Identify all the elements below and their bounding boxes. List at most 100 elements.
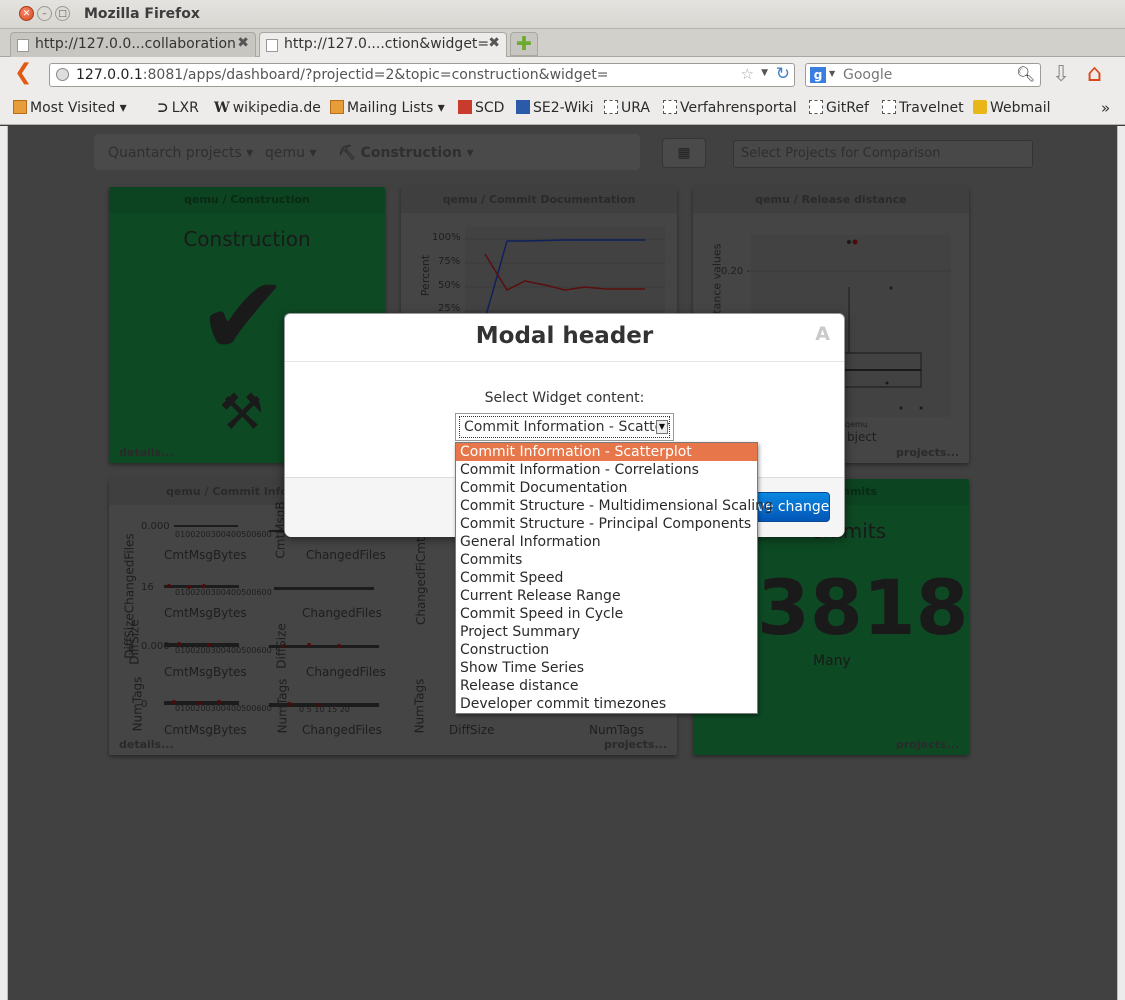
page-icon [882, 100, 896, 114]
breadcrumb-projects[interactable]: Quantarch projects ▾ [108, 145, 253, 161]
dropdown-option[interactable]: General Information [456, 533, 757, 551]
projects-link[interactable]: projects... [604, 738, 667, 751]
axis-label: ChangedFiles [302, 723, 382, 737]
dropdown-option[interactable]: Commit Information - Correlations [456, 461, 757, 479]
globe-icon [56, 68, 69, 81]
navigation-bar: ❮ 127.0.0.1:8081/apps/dashboard/?project… [0, 57, 1125, 92]
breadcrumb-topic[interactable]: ⛏ Construction ▾ [338, 145, 474, 161]
tick-label: 0.000 [141, 521, 170, 532]
background-window-edge [1117, 126, 1125, 1000]
tick-label: 0100200300400500600 [175, 646, 272, 655]
modal-title: Modal header [475, 323, 654, 349]
checkmark-icon: ✔ [197, 252, 290, 380]
search-bar[interactable]: g ▼ Google 🔍︎ [805, 63, 1041, 87]
se2-icon [516, 100, 530, 114]
download-icon[interactable]: ⇩ [1052, 62, 1070, 87]
webmail-icon [973, 100, 987, 114]
dropdown-option[interactable]: Commit Information - Scatterplot [456, 443, 757, 461]
widget-content-dropdown: Commit Information - Scatterplot Commit … [455, 442, 773, 714]
modal-header: Modal header A [285, 314, 844, 362]
details-link[interactable]: details... [119, 446, 174, 459]
bookmark-lxr[interactable]: ⊃ LXR [157, 100, 199, 116]
widget-caption: Many [813, 653, 851, 669]
axis-label: ChangedFiles [306, 548, 386, 562]
bookmark-se2-wiki[interactable]: SE2-Wiki [516, 100, 594, 116]
projects-link[interactable]: projects... [896, 738, 959, 751]
folder-icon [13, 100, 27, 114]
tick-label: 0 5 10 15 20 [299, 705, 350, 714]
commit-count: 3818 [757, 563, 969, 652]
window-close-icon[interactable]: ✕ [19, 6, 34, 21]
widget-content-select[interactable]: Commit Information - Scatterplot ▼ [455, 413, 674, 441]
lxr-icon: ⊃ [157, 100, 169, 116]
axis-label: bject [847, 430, 877, 444]
bookmark-travelnet[interactable]: Travelnet [882, 100, 964, 116]
tab-close-icon[interactable]: ✖ [237, 35, 249, 51]
hammer-icon: ⚒ [219, 383, 264, 441]
url-text[interactable]: 127.0.0.1:8081/apps/dashboard/?projectid… [76, 67, 609, 83]
new-tab-icon[interactable]: ✚ [510, 32, 538, 56]
breadcrumb-project[interactable]: qemu ▾ [265, 145, 317, 161]
bookmarks-toolbar: Most Visited ▾ ⊃ LXR Wwikipedia.de Mailin… [0, 92, 1125, 125]
dropdown-option[interactable]: Commit Documentation [456, 479, 757, 497]
widget-header: qemu / Release distance [693, 187, 969, 213]
dropdown-option[interactable]: Project Summary [456, 623, 757, 641]
dropdown-option[interactable]: Developer commit timezones [456, 695, 757, 713]
grid-icon[interactable]: ▦ [662, 138, 706, 168]
dropdown-option[interactable]: Construction [456, 641, 757, 659]
dropdown-option[interactable]: Commit Structure - Principal Components [456, 515, 757, 533]
axis-label: stance values [710, 243, 724, 320]
back-icon[interactable]: ❮ [14, 62, 32, 84]
bookmark-most-visited[interactable]: Most Visited ▾ [13, 100, 127, 116]
dropdown-option[interactable]: Show Time Series [456, 659, 757, 677]
bookmark-wikipedia[interactable]: Wwikipedia.de [214, 100, 321, 116]
bookmark-scd[interactable]: SCD [458, 100, 504, 116]
folder-icon [330, 100, 344, 114]
tab-close-icon[interactable]: ✖ [488, 35, 500, 51]
tick-label: 100% [432, 232, 461, 243]
bookmark-ura[interactable]: URA [604, 100, 650, 116]
reload-icon[interactable]: ↻ [776, 64, 790, 84]
window-maximize-icon[interactable]: □ [55, 6, 70, 21]
tab-bar: http://127.0.0...collaboration ✖ http://… [0, 29, 1125, 57]
widget-header: qemu / Construction [109, 187, 385, 213]
search-icon[interactable]: 🔍︎ [1016, 65, 1035, 83]
window-titlebar: ✕ – □ Mozilla Firefox [0, 0, 1125, 29]
series-line-blue [484, 239, 645, 320]
background-window-edge [0, 126, 8, 1000]
tab-collaboration[interactable]: http://127.0.0...collaboration ✖ [10, 32, 256, 57]
modal-close-button[interactable]: A [815, 323, 830, 345]
bookmark-verfahrensportal[interactable]: Verfahrensportal [663, 100, 797, 116]
search-engine-dropdown-icon[interactable]: ▼ [829, 69, 835, 78]
history-dropdown-icon[interactable]: ▼ [761, 68, 768, 78]
axis-label: ChangedFiles [302, 606, 382, 620]
bookmark-star-icon[interactable]: ☆ [741, 65, 754, 83]
chevron-down-icon[interactable]: ▼ [656, 420, 668, 434]
tab-label: http://127.0....ction&widget= [284, 36, 490, 52]
dropdown-option[interactable]: Release distance [456, 677, 757, 695]
dropdown-option[interactable]: Commit Structure - Multidimensional Scal… [456, 497, 773, 515]
google-icon[interactable]: g [810, 67, 826, 83]
window-minimize-icon[interactable]: – [37, 6, 52, 21]
details-link[interactable]: details... [119, 738, 174, 751]
dropdown-option[interactable]: Current Release Range [456, 587, 757, 605]
search-placeholder: Google [843, 67, 893, 83]
tick-label: 0.20 - [721, 266, 751, 277]
bookmark-mailing-lists[interactable]: Mailing Lists ▾ [330, 100, 445, 116]
dropdown-option[interactable]: Commits [456, 551, 757, 569]
home-icon[interactable]: ⌂ [1087, 59, 1102, 87]
projects-link[interactable]: projects... [896, 446, 959, 459]
tick-label: 0100200300400500600 [175, 530, 272, 539]
dropdown-option[interactable]: Commit Speed in Cycle [456, 605, 757, 623]
bookmark-gitref[interactable]: GitRef [809, 100, 869, 116]
url-bar[interactable]: 127.0.0.1:8081/apps/dashboard/?projectid… [49, 63, 795, 87]
bookmark-webmail[interactable]: Webmail [973, 100, 1051, 116]
axis-label: CmtMsgBytes [164, 606, 247, 620]
compare-projects-input[interactable]: Select Projects for Comparison [733, 140, 1033, 168]
chevron-right-icon[interactable]: » [1101, 99, 1110, 117]
tab-dashboard[interactable]: http://127.0....ction&widget= ✖ [259, 32, 507, 57]
axis-label: NumTags [589, 723, 644, 737]
page-icon [17, 39, 29, 52]
dropdown-option[interactable]: Commit Speed [456, 569, 757, 587]
axis-label: CmtMsgBytes [164, 548, 247, 562]
